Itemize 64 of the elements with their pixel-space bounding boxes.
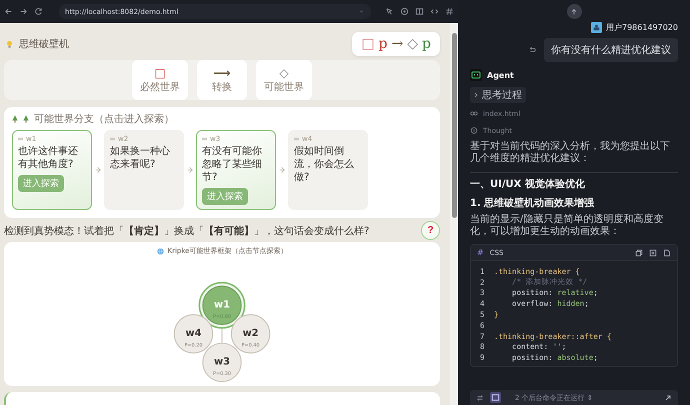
mode-symbol: ⟶	[213, 67, 231, 79]
cursor-icon[interactable]	[385, 7, 394, 16]
robot-icon	[470, 69, 482, 81]
expand-arrow-icon[interactable]	[664, 394, 672, 402]
arrow-icon	[95, 165, 101, 175]
thinking-toggle[interactable]: 思考过程	[470, 87, 526, 103]
subsection-heading: 1. 思维破壁机动画效果增强	[470, 196, 596, 210]
scrollbar-thumb[interactable]	[452, 33, 456, 218]
mode-label: 可能世界	[264, 83, 304, 93]
undo-icon[interactable]	[528, 46, 536, 54]
branch-question: 如果换一种心态来看呢?	[110, 145, 171, 171]
formula-symbol: ◇	[407, 36, 418, 52]
forward-icon[interactable]	[19, 7, 28, 16]
mode-symbol: ◇	[279, 67, 289, 79]
branch-question: 也许这件事还有其他角度?	[18, 145, 79, 171]
insert-icon[interactable]	[649, 248, 657, 256]
link-icon	[470, 110, 478, 117]
arrow-up-icon	[570, 8, 578, 16]
mode-symbol: □	[154, 67, 166, 79]
hash-icon[interactable]	[445, 7, 454, 16]
formula-symbol: □	[361, 36, 375, 52]
reload-icon[interactable]	[34, 7, 43, 16]
branch-question: 有没有可能你忽略了某些细节?	[202, 145, 263, 184]
help-button[interactable]: ?	[421, 221, 440, 240]
info-icon	[470, 127, 478, 134]
mode-label: 必然世界	[140, 83, 180, 93]
language-symbol: #	[477, 248, 484, 257]
arrow-icon	[279, 165, 285, 175]
tree-icon	[23, 115, 29, 123]
formula-symbol: →	[392, 36, 404, 52]
tree-icon	[12, 115, 18, 123]
copy-icon[interactable]	[635, 248, 643, 256]
mode-card[interactable]: □ 必然世界	[132, 60, 188, 100]
globe-icon	[156, 248, 164, 254]
formula-symbol: p	[422, 36, 431, 52]
hint-text: 检测到真势模态！试着把「【肯定】」换成「【有可能】」，这句话会变成什么样?	[4, 224, 370, 238]
file-icon[interactable]	[663, 248, 671, 256]
response-text: 当前的显示/隐藏只是简单的透明度和高度变化，可以增加更生动的动画效果：	[470, 214, 664, 238]
user-name: 用户79861497020	[606, 22, 678, 32]
mode-card[interactable]: ◇ 可能世界	[256, 60, 312, 100]
swap-icon[interactable]	[476, 394, 484, 402]
lines-icon	[294, 137, 299, 141]
avatar-icon	[591, 22, 602, 32]
code-icon[interactable]	[430, 7, 439, 16]
lines-icon	[18, 137, 23, 141]
page-title: 思维破壁机	[19, 38, 69, 51]
mode-card[interactable]: ⟶ 转换	[197, 60, 247, 100]
lines-icon	[110, 137, 115, 141]
branch-question: 假如时间倒流，你会怎么做?	[294, 145, 355, 184]
lines-icon	[202, 137, 207, 141]
section-heading: 一、UI/UX 视觉体验优化	[470, 178, 586, 191]
agent-name: Agent	[487, 70, 514, 80]
user-message: 你有没有什么精进优化建议	[544, 38, 678, 62]
response-text: 基于对当前代码的深入分析，我为您提出以下几个维度的精进优化建议：	[470, 141, 671, 165]
chevron-right-icon	[474, 92, 478, 98]
back-icon[interactable]	[4, 7, 13, 16]
formula-symbol: p	[378, 36, 388, 52]
lightbulb-icon	[6, 40, 13, 48]
target-icon[interactable]	[400, 7, 409, 16]
scroll-up-button[interactable]	[566, 4, 582, 19]
section-title: 可能世界分支（点击进入探索）	[34, 112, 174, 126]
mode-label: 转换	[212, 83, 232, 93]
arrow-icon	[187, 165, 193, 175]
terminal-icon[interactable]	[490, 392, 501, 403]
